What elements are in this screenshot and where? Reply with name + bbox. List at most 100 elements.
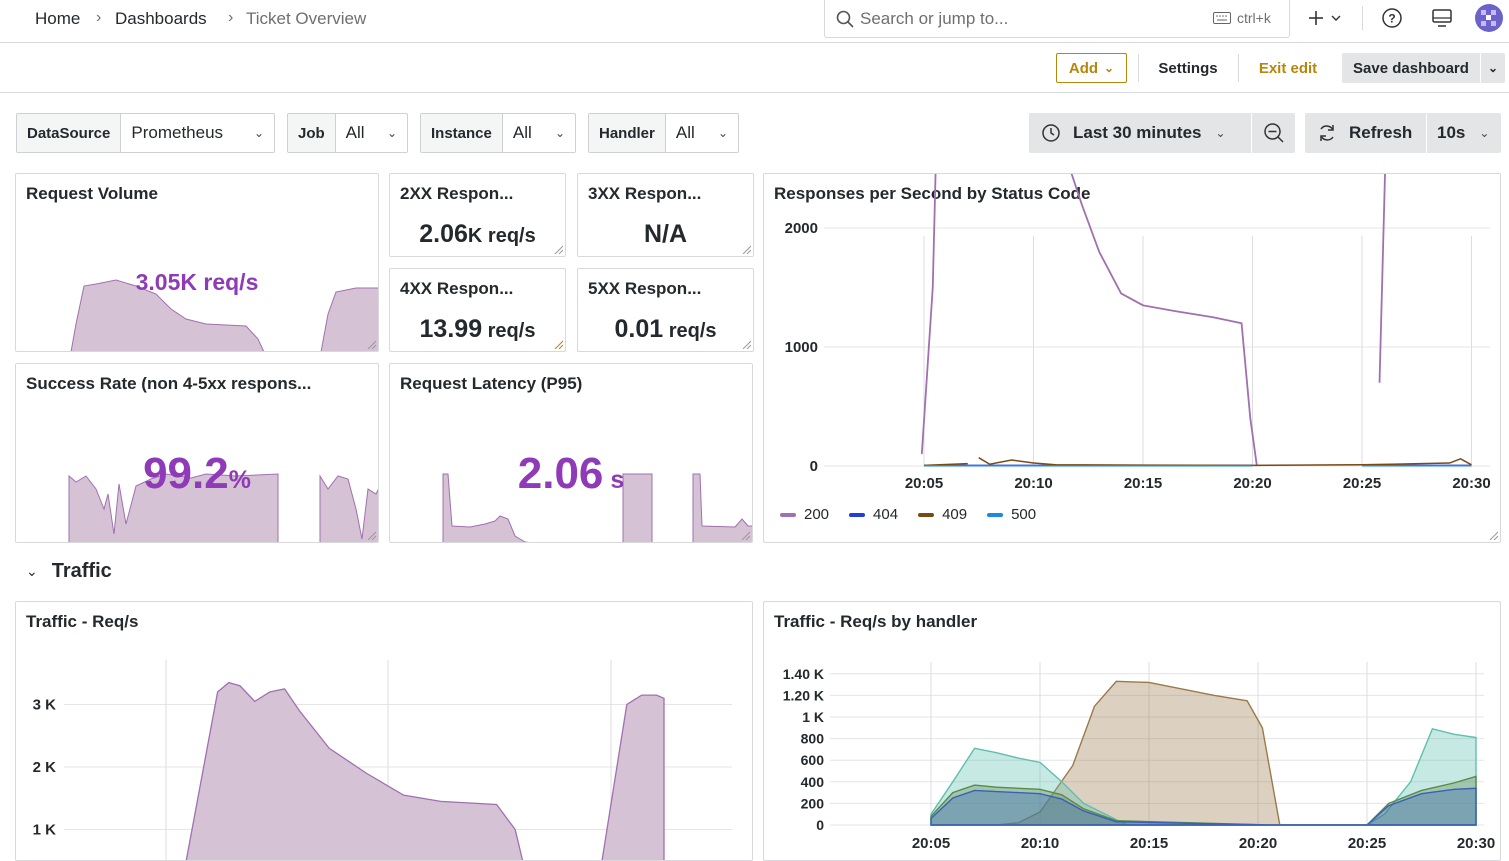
- stat-value: 2.06 s: [390, 449, 752, 499]
- x-tick-label: 20:15: [1130, 835, 1168, 852]
- refresh-interval-picker[interactable]: 10s ⌄: [1427, 113, 1501, 153]
- stat-value: 13.99 req/s: [390, 315, 565, 344]
- variable-instance[interactable]: Instance All ⌄: [420, 113, 576, 153]
- row-traffic[interactable]: ⌄ Traffic: [26, 560, 112, 583]
- settings-label: Settings: [1158, 59, 1218, 77]
- resize-handle-icon[interactable]: [741, 244, 751, 254]
- variable-value: Prometheus: [131, 123, 224, 142]
- panel-2xx-responses[interactable]: 2XX Respon... 2.06K req/s: [389, 173, 566, 257]
- x-tick-label: 20:05: [912, 835, 950, 852]
- legend-item-409[interactable]: 409: [918, 506, 967, 523]
- resize-handle-icon[interactable]: [366, 530, 376, 540]
- resize-handle-icon[interactable]: [553, 339, 563, 349]
- variable-handler[interactable]: Handler All ⌄: [588, 113, 739, 153]
- variable-label: Instance: [421, 114, 503, 152]
- settings-button[interactable]: Settings: [1148, 53, 1228, 83]
- y-tick-label: 1.20 K: [783, 687, 824, 703]
- stat-unit: %: [228, 466, 251, 494]
- legend-item-200[interactable]: 200: [780, 506, 829, 523]
- stat-number: 13.99: [419, 315, 483, 343]
- series-line-200: [1378, 174, 1386, 383]
- stat-value: 0.01 req/s: [578, 315, 753, 344]
- plus-icon[interactable]: [1308, 9, 1344, 27]
- stat-unit: K req/s: [180, 269, 259, 295]
- panel-request-latency[interactable]: Request Latency (P95) 2.06 s: [389, 363, 753, 543]
- monitor-icon[interactable]: [1431, 8, 1453, 28]
- search-shortcut: ctrl+k: [1237, 10, 1271, 26]
- chevron-down-icon: ⌄: [386, 126, 397, 140]
- legend-swatch: [918, 512, 935, 517]
- stat-number: 2.06: [419, 220, 468, 248]
- legend-item-500[interactable]: 500: [987, 506, 1036, 523]
- stat-value: N/A: [578, 220, 753, 249]
- keyboard-icon: [1213, 12, 1231, 24]
- panel-3xx-responses[interactable]: 3XX Respon... N/A: [577, 173, 754, 257]
- stat-value: 2.06K req/s: [390, 220, 565, 249]
- panel-success-rate[interactable]: Success Rate (non 4-5xx respons... 99.2%: [15, 363, 379, 543]
- panel-request-volume[interactable]: Request Volume 3.05K req/s: [15, 173, 379, 352]
- add-button[interactable]: Add ⌄: [1056, 53, 1127, 83]
- x-tick-label: 20:10: [1021, 835, 1059, 852]
- y-tick-label: 2000: [785, 220, 818, 237]
- y-tick-label: 2 K: [33, 759, 57, 776]
- legend-label: 409: [942, 506, 968, 523]
- stat-number: 99.2: [143, 449, 229, 498]
- resize-handle-icon[interactable]: [740, 530, 750, 540]
- avatar[interactable]: [1474, 3, 1504, 33]
- chart-responses-by-status: 010002000300020:0520:1020:1520:2020:2520…: [785, 174, 1491, 492]
- chevron-down-icon: ⌄: [1104, 61, 1115, 75]
- panel-responses-by-status[interactable]: Responses per Second by Status Code 0 100…: [763, 173, 1501, 543]
- breadcrumb-current: Ticket Overview: [246, 9, 367, 28]
- panel-title: 3XX Respon...: [588, 184, 702, 203]
- chevron-down-icon: ⌄: [717, 126, 728, 140]
- panel-traffic[interactable]: Traffic - Req/s 1 K2 K3 K: [15, 601, 753, 861]
- svg-text:?: ?: [1388, 12, 1395, 26]
- y-tick-label: 1 K: [802, 709, 824, 725]
- variable-label: Handler: [589, 114, 666, 152]
- exit-edit-button[interactable]: Exit edit: [1248, 53, 1328, 83]
- chevron-down-icon: ⌄: [253, 126, 264, 140]
- clock-icon: [1042, 124, 1060, 142]
- zoom-out-button[interactable]: [1252, 113, 1295, 153]
- stat-number: 2.06: [517, 449, 604, 498]
- variable-value: All: [675, 123, 695, 142]
- x-tick-label: 20:10: [1014, 475, 1052, 492]
- breadcrumb-home[interactable]: Home: [35, 9, 80, 29]
- resize-handle-icon[interactable]: [553, 244, 563, 254]
- chevron-down-icon: ⌄: [554, 126, 565, 140]
- refresh-interval-label: 10s: [1437, 123, 1466, 142]
- stat-value: 99.2%: [16, 449, 378, 499]
- panel-traffic-by-handler[interactable]: Traffic - Req/s by handler 0 200 400 600 800…: [763, 601, 1501, 861]
- chart-traffic-by-handler: 0 200 400 600 800 1 K 1.20 K 1.40 K 20:05 20:10 20…: [783, 662, 1495, 852]
- legend-label: 500: [1011, 506, 1037, 523]
- help-icon[interactable]: ?: [1381, 7, 1403, 29]
- chevron-down-icon: ⌄: [1487, 61, 1499, 75]
- breadcrumb-dashboards[interactable]: Dashboards: [115, 9, 207, 29]
- search-icon: [836, 10, 854, 28]
- chevron-down-icon: ⌄: [1215, 126, 1226, 140]
- save-options-button[interactable]: ⌄: [1481, 53, 1505, 83]
- resize-handle-icon[interactable]: [741, 339, 751, 349]
- chevron-right-icon: ›: [96, 9, 102, 26]
- x-tick-label: 20:20: [1239, 835, 1277, 852]
- search-input[interactable]: Search or jump to... ctrl+k: [824, 0, 1290, 38]
- stat-value: 3.05K req/s: [16, 269, 378, 296]
- refresh-icon: [1320, 125, 1334, 141]
- x-tick-label: 20:20: [1233, 475, 1271, 492]
- variable-value: All: [512, 123, 532, 142]
- legend-item-404[interactable]: 404: [849, 506, 898, 523]
- divider: [1138, 54, 1139, 82]
- time-range-picker[interactable]: Last 30 minutes ⌄: [1029, 113, 1251, 153]
- panel-4xx-responses[interactable]: 4XX Respon... 13.99 req/s: [389, 268, 566, 352]
- refresh-button[interactable]: Refresh: [1305, 113, 1426, 153]
- y-tick-label: 400: [801, 774, 825, 790]
- variable-job[interactable]: Job All ⌄: [287, 113, 408, 153]
- panel-title: 5XX Respon...: [588, 279, 702, 298]
- save-dashboard-button[interactable]: Save dashboard: [1342, 53, 1480, 83]
- variable-value: All: [345, 123, 365, 142]
- resize-handle-icon[interactable]: [1488, 530, 1498, 540]
- resize-handle-icon[interactable]: [366, 339, 376, 349]
- panel-5xx-responses[interactable]: 5XX Respon... 0.01 req/s: [577, 268, 754, 352]
- area-series: [601, 694, 665, 860]
- variable-datasource[interactable]: DataSource Prometheus ⌄: [16, 113, 275, 153]
